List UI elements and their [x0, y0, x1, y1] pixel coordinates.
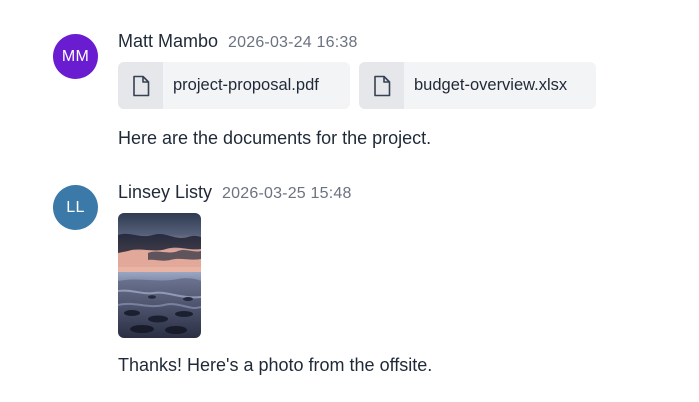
attachment-list: project-proposal.pdf budget-overview.xls… — [118, 62, 596, 109]
file-icon — [359, 62, 404, 109]
author-name[interactable]: Linsey Listy — [118, 182, 212, 203]
avatar[interactable]: LL — [53, 185, 98, 230]
message-text: Thanks! Here's a photo from the offsite. — [118, 355, 433, 375]
file-name: budget-overview.xlsx — [414, 76, 568, 94]
author-name[interactable]: Matt Mambo — [118, 31, 218, 52]
message-text: Here are the documents for the project. — [118, 128, 432, 148]
message-header: Matt Mambo 2026-03-24 16:38 — [118, 31, 358, 52]
image-attachment[interactable] — [118, 213, 201, 338]
message-timestamp: 2026-03-25 15:48 — [222, 185, 352, 202]
shoreline-photo — [118, 213, 201, 338]
message-timestamp: 2026-03-24 16:38 — [228, 34, 358, 51]
file-icon — [118, 62, 163, 109]
file-attachment[interactable]: project-proposal.pdf — [118, 62, 350, 109]
file-name: project-proposal.pdf — [173, 76, 319, 94]
avatar[interactable]: MM — [53, 34, 98, 79]
file-attachment[interactable]: budget-overview.xlsx — [359, 62, 596, 109]
message-header: Linsey Listy 2026-03-25 15:48 — [118, 182, 352, 203]
